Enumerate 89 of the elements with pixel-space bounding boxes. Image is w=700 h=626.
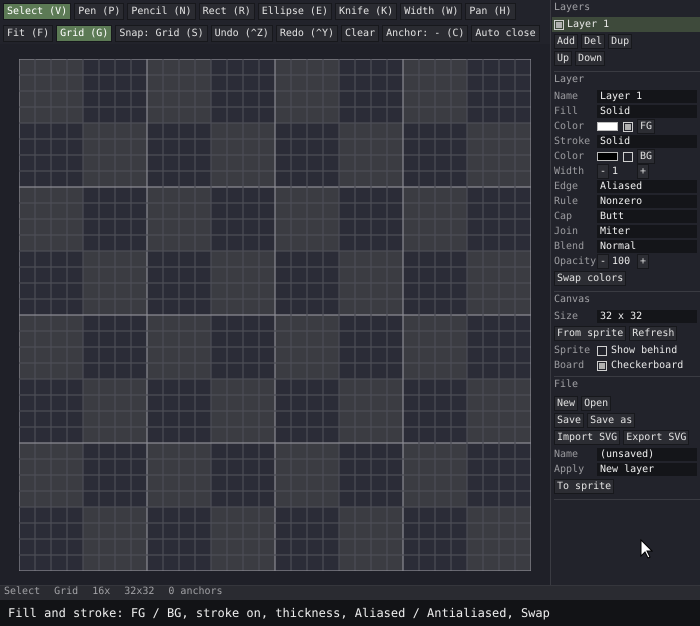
field-label: Board [554,360,586,372]
cursor-icon [640,539,653,559]
status-text: Select [4,586,40,599]
action-button[interactable]: New [554,396,578,411]
input-field[interactable]: 32 x 32 [597,310,697,323]
action-button[interactable]: Save as [587,413,636,428]
field-label: Name [554,90,580,102]
tool-button[interactable]: Anchor: - (C) [382,25,468,42]
tool-button[interactable]: Snap: Grid (S) [115,25,208,42]
status-text: 16x [92,586,110,599]
action-button[interactable]: Refresh [629,326,678,341]
hint-text: Fill and stroke: FG / BG, stroke on, thickness, Aliased / Antialiased, Swap [8,606,550,620]
status-text: 0 anchors [168,586,223,599]
field-label: Rule [554,196,580,208]
layer-button[interactable]: Del [581,34,606,49]
minus-button[interactable]: - [597,254,610,269]
input-field[interactable]: Solid [597,135,697,148]
color-swatch[interactable] [597,152,618,161]
color-button[interactable]: BG [637,149,656,164]
tool-button[interactable]: Rect (R) [198,3,255,20]
tool-button[interactable]: Clear [341,25,380,42]
tool-button[interactable]: Fit (F) [3,25,54,42]
action-button[interactable]: Import SVG [554,430,620,445]
checkbox-label: Show behind [611,344,678,356]
input-field[interactable]: Aliased [597,180,697,193]
plus-button[interactable]: + [637,254,650,269]
field-label: Blend [554,240,586,252]
stepper-value: 100 [611,256,632,268]
tool-button[interactable]: Knife (K) [335,3,398,20]
action-button[interactable]: To sprite [554,479,614,494]
action-button[interactable]: Export SVG [623,430,690,445]
input-field[interactable]: Layer 1 [597,90,697,103]
stepper-value: 1 [611,166,620,178]
section-title: Layers [554,2,592,15]
input-field[interactable]: New layer [597,463,697,476]
tool-button[interactable]: Undo (^Z) [210,25,273,42]
field-label: Color [554,120,586,132]
action-button[interactable]: Swap colors [554,271,626,286]
layer-button[interactable]: Up [554,51,572,66]
input-field[interactable]: Miter [597,225,697,238]
field-label: Name [554,448,580,460]
field-label: Width [554,166,586,178]
field-label: Color [554,150,586,162]
tool-button[interactable]: Grid (G) [56,25,112,42]
checkbox[interactable] [597,360,607,370]
field-label: Apply [554,464,586,476]
section-title: File [554,379,580,392]
status-text: 32x32 [124,586,154,599]
checkbox-label: Checkerboard [611,360,684,372]
input-field[interactable]: Nonzero [597,195,697,208]
layer-item[interactable]: Layer 1 [552,17,700,32]
action-button[interactable]: Open [581,396,612,411]
field-label: Opacity [554,256,597,268]
field-label: Stroke [554,136,592,148]
tool-button[interactable]: Pan (H) [465,3,516,20]
tool-button[interactable]: Pen (P) [74,3,124,20]
field-label: Fill [554,106,580,118]
input-field[interactable]: (unsaved) [597,448,697,461]
section-title: Layer [554,74,586,87]
tool-button[interactable]: Select (V) [3,3,72,20]
action-button[interactable]: From sprite [554,326,626,341]
input-field[interactable]: Normal [597,240,697,253]
section-title: Canvas [554,294,592,307]
visibility-checkbox[interactable] [554,20,564,30]
field-label: Size [554,310,580,322]
field-label: Join [554,226,580,238]
color-swatch[interactable] [597,122,618,131]
input-field[interactable]: Butt [597,210,697,223]
checkbox[interactable] [623,122,633,132]
color-button[interactable]: FG [637,119,656,134]
checkbox[interactable] [597,346,607,356]
tool-button[interactable]: Redo (^Y) [276,25,338,42]
layer-button[interactable]: Down [575,51,606,66]
tool-button[interactable]: Ellipse (E) [258,3,332,20]
field-label: Cap [554,210,574,222]
field-label: Sprite [554,344,592,356]
action-button[interactable]: Save [554,413,584,428]
plus-button[interactable]: + [637,164,650,179]
field-label: Edge [554,180,580,192]
tool-button[interactable]: Pencil (N) [127,3,196,20]
checkbox[interactable] [623,152,633,162]
tool-button[interactable]: Auto close [471,25,540,42]
layer-name: Layer 1 [567,18,610,30]
tool-button[interactable]: Width (W) [400,3,462,20]
status-text: Grid [54,586,78,599]
layer-button[interactable]: Dup [608,34,632,49]
input-field[interactable]: Solid [597,105,697,118]
layer-button[interactable]: Add [554,34,578,49]
minus-button[interactable]: - [597,164,610,179]
